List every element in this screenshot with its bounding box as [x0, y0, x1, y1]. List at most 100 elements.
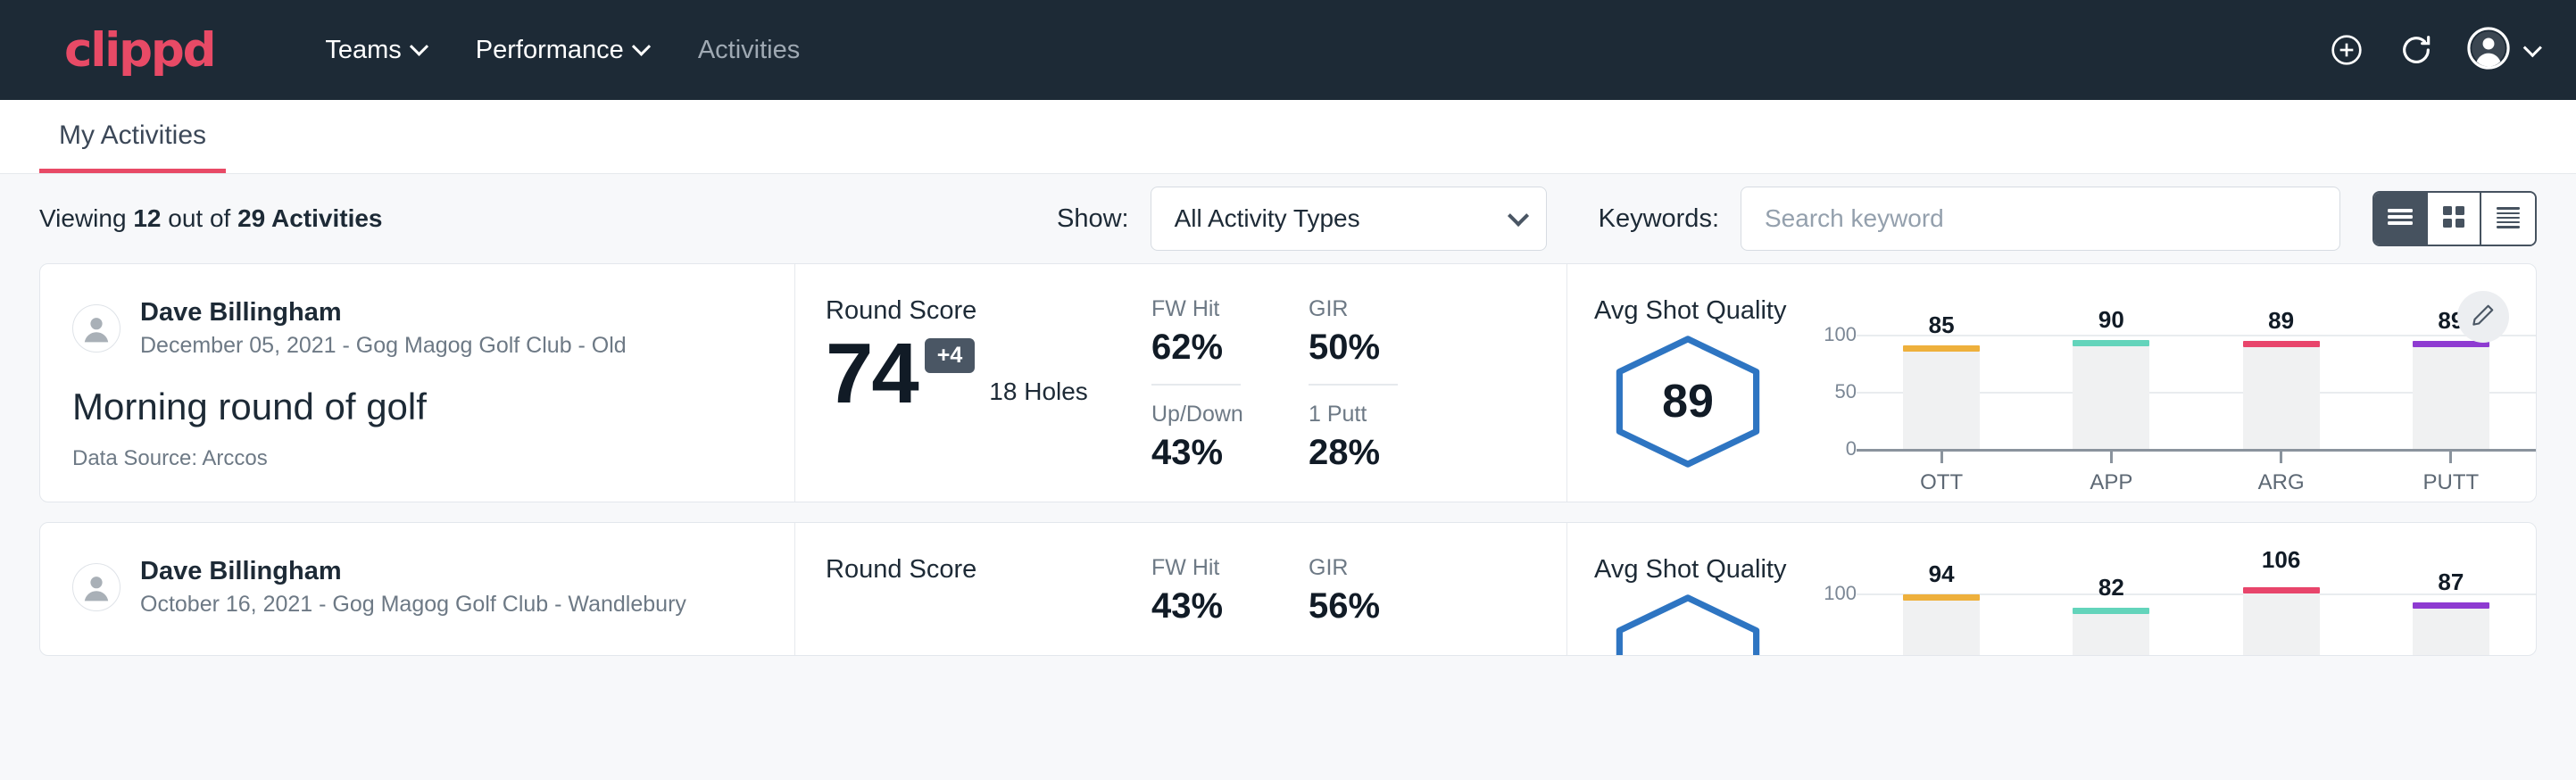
tab-my-activities-label: My Activities — [59, 120, 206, 150]
tickmark-icon — [2280, 452, 2282, 463]
viewing-count: 12 — [133, 204, 161, 232]
person-name: Dave Billingham — [140, 555, 686, 587]
stat-label-up-down: Up/Down — [1151, 402, 1241, 427]
stat-label-gir: GIR — [1309, 555, 1398, 581]
activity-card[interactable]: Dave Billingham October 16, 2021 - Gog M… — [39, 522, 2537, 656]
bar-ott — [1903, 601, 1980, 656]
bar-cap-ott — [1903, 345, 1980, 352]
activity-author-text: Dave Billingham December 05, 2021 - Gog … — [140, 296, 627, 361]
shot-quality-body: 89 100 50 0 — [1594, 329, 2536, 495]
avatar — [72, 304, 120, 353]
activity-type-select[interactable]: All Activity Types — [1151, 187, 1547, 251]
y-tick-100: 100 — [1824, 582, 1857, 605]
bar-label-ott: 85 — [1929, 311, 1955, 339]
view-mode-toggle — [2372, 191, 2537, 246]
person-name: Dave Billingham — [140, 296, 627, 328]
bar-cap-arg — [2243, 587, 2320, 593]
search-input[interactable] — [1741, 187, 2340, 251]
avg-shot-quality-value: 89 — [1662, 375, 1714, 428]
holes-played: 18 Holes — [989, 378, 1088, 417]
x-label-putt: PUTT — [2423, 470, 2480, 495]
bar-label-ott: 94 — [1929, 560, 1955, 588]
chevron-down-icon — [1508, 204, 1529, 226]
stat-label-fw-hit: FW Hit — [1151, 296, 1241, 322]
viewing-total: 29 Activities — [237, 204, 382, 232]
avatar — [72, 563, 120, 611]
shot-quality-body: 100 94 — [1594, 588, 2536, 656]
stat-label-gir: GIR — [1309, 296, 1398, 322]
tab-my-activities[interactable]: My Activities — [39, 120, 226, 173]
stat-value-1-putt: 28% — [1309, 433, 1398, 473]
activities-count-summary: Viewing 12 out of 29 Activities — [39, 204, 383, 233]
round-score-label: Round Score — [826, 296, 1151, 326]
activity-meta: December 05, 2021 - Gog Magog Golf Club … — [140, 331, 627, 361]
clippd-logo[interactable]: clippd — [64, 27, 214, 74]
bar-label-putt: 87 — [2438, 568, 2464, 596]
activity-info-column: Dave Billingham December 05, 2021 - Gog … — [40, 264, 794, 502]
shot-quality-chart: 100 94 — [1782, 588, 2536, 656]
chart-plot-area: 94 82 — [1857, 593, 2536, 656]
activity-card[interactable]: Dave Billingham December 05, 2021 - Gog … — [39, 263, 2537, 502]
stat-label-1-putt: 1 Putt — [1309, 402, 1398, 427]
chevron-down-icon — [2523, 38, 2542, 57]
y-tick-100: 100 — [1824, 323, 1857, 346]
stat-value-fw-hit: 62% — [1151, 328, 1241, 368]
chevron-down-icon — [632, 37, 651, 55]
round-score-column: Round Score 74 +4 18 Holes — [794, 264, 1151, 502]
view-mode-list[interactable] — [2374, 193, 2428, 245]
nav-actions — [2327, 26, 2537, 75]
account-circle-icon — [2466, 26, 2511, 75]
top-navigation-bar: clippd Teams Performance Activities — [0, 0, 2576, 100]
score-to-par-badge: +4 — [925, 338, 976, 373]
nav-item-activities[interactable]: Activities — [673, 36, 825, 65]
bar-cell-putt: 87 — [2366, 593, 2536, 656]
tickmark-icon — [1940, 452, 1943, 463]
activity-author: Dave Billingham December 05, 2021 - Gog … — [72, 296, 794, 361]
edit-activity-button[interactable] — [2457, 291, 2509, 343]
round-score-value: 74 — [826, 331, 918, 417]
chart-plot-wrap: 85 90 — [1857, 335, 2536, 495]
stat-group-left: FW Hit 62% Up/Down 43% — [1151, 296, 1241, 502]
stat-value-gir: 56% — [1309, 586, 1398, 626]
nav-item-performance[interactable]: Performance — [451, 36, 673, 65]
bar-cap-ott — [1903, 594, 1980, 601]
stat-group-right: GIR 50% 1 Putt 28% — [1309, 296, 1398, 502]
view-mode-detail[interactable] — [2481, 193, 2535, 245]
chart-inner: 100 94 — [1807, 593, 2536, 656]
page-tabbar: My Activities — [0, 100, 2576, 174]
nav-item-teams[interactable]: Teams — [300, 36, 450, 65]
show-label: Show: — [1057, 204, 1129, 234]
bar-cell-arg: 106 — [2197, 593, 2366, 656]
bar-arg — [2243, 347, 2320, 449]
viewing-middle: out of — [161, 204, 237, 232]
shot-quality-column: Avg Shot Quality 89 100 50 — [1566, 264, 2536, 502]
chart-plot-wrap: 94 82 — [1857, 593, 2536, 656]
refresh-button[interactable] — [2397, 30, 2436, 70]
x-label-ott: OTT — [1920, 470, 1963, 495]
activity-data-source: Data Source: Arccos — [72, 446, 268, 471]
y-tick-0: 0 — [1846, 437, 1857, 461]
bar-label-app: 90 — [2098, 306, 2124, 334]
stat-value-up-down: 43% — [1151, 433, 1241, 473]
tickmark-icon — [2110, 452, 2113, 463]
detail-view-icon — [2495, 205, 2522, 233]
chart-plot-area: 85 90 — [1857, 335, 2536, 449]
add-activity-button[interactable] — [2327, 30, 2366, 70]
bar-cell-ott: 85 — [1857, 335, 2026, 449]
activity-meta: October 16, 2021 - Gog Magog Golf Club -… — [140, 590, 686, 619]
bar-cap-arg — [2243, 341, 2320, 347]
view-mode-grid[interactable] — [2428, 193, 2481, 245]
pencil-icon — [2470, 302, 2497, 333]
chart-bars: 94 82 — [1857, 593, 2536, 656]
round-stats-column: FW Hit 62% Up/Down 43% GIR 50% 1 Putt 28… — [1151, 264, 1566, 502]
bar-cell-arg: 89 — [2197, 335, 2366, 449]
shot-quality-hexagon — [1612, 593, 1764, 656]
tick-app: APP — [2026, 452, 2196, 495]
tickmark-icon — [2449, 452, 2452, 463]
shot-quality-hex-wrap — [1594, 588, 1782, 656]
account-menu[interactable] — [2466, 26, 2537, 75]
bar-cell-app: 82 — [2026, 593, 2196, 656]
bar-putt — [2413, 347, 2489, 449]
tick-putt: PUTT — [2366, 452, 2536, 495]
stat-divider — [1309, 384, 1398, 386]
